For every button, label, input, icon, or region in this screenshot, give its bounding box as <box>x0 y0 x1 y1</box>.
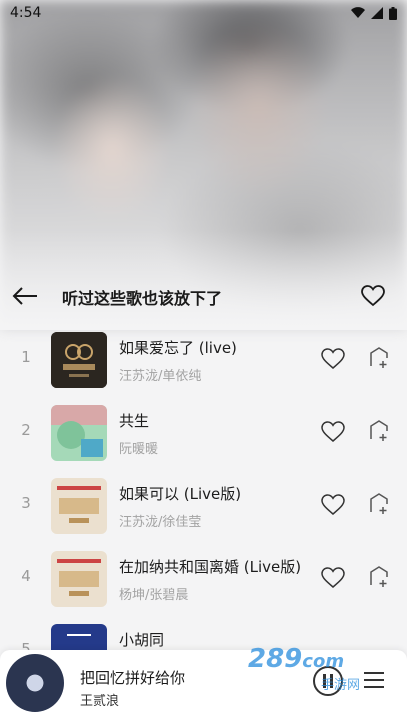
status-bar: 4:54 <box>0 0 407 26</box>
playlist-header: 听过这些歌也该放下了 <box>0 276 407 316</box>
watermark-logo: 289com <box>248 644 386 684</box>
heart-icon[interactable] <box>321 493 345 517</box>
heart-icon[interactable] <box>321 566 345 590</box>
song-artist: 汪苏泷/徐佳莹 <box>119 515 202 530</box>
add-to-playlist-icon[interactable] <box>368 493 390 515</box>
arrow-left-icon <box>12 287 37 305</box>
album-cover <box>51 551 107 607</box>
add-to-playlist-icon[interactable] <box>368 566 390 588</box>
album-cover <box>51 405 107 461</box>
song-title: 如果爱忘了 (live) <box>119 339 237 357</box>
song-row[interactable]: 1 如果爱忘了 (live) 汪苏泷/单依纯 <box>0 322 407 395</box>
song-index: 3 <box>21 494 31 512</box>
song-title: 小胡同 <box>119 631 165 649</box>
song-title: 在加纳共和国离婚 (Live版) <box>119 558 302 576</box>
add-to-playlist-icon[interactable] <box>368 347 390 369</box>
status-icons <box>351 6 397 20</box>
album-cover <box>51 478 107 534</box>
song-index: 2 <box>21 421 31 439</box>
album-art-image <box>51 332 107 388</box>
signal-icon <box>371 7 383 19</box>
song-artist: 汪苏泷/单依纯 <box>119 369 202 384</box>
status-time: 4:54 <box>10 5 42 21</box>
heart-icon <box>361 285 385 307</box>
heart-icon[interactable] <box>321 347 345 371</box>
now-playing-artist: 王贰浪 <box>80 694 120 709</box>
watermark-brand: 289 <box>248 644 303 674</box>
song-row[interactable]: 4 在加纳共和国离婚 (Live版) 杨坤/张碧晨 <box>0 541 407 614</box>
album-art-image <box>51 478 107 534</box>
favorite-playlist-button[interactable] <box>358 281 388 311</box>
song-title: 共生 <box>119 412 150 430</box>
song-title: 如果可以 (Live版) <box>119 485 242 503</box>
watermark-subtitle: 手游网 <box>321 678 361 693</box>
back-button[interactable] <box>10 282 40 310</box>
song-list: 1 如果爱忘了 (live) 汪苏泷/单依纯 2 共生 阮暖暖 3 如果可以 (… <box>0 322 407 687</box>
now-playing-title: 把回忆拼好给你 <box>80 669 186 687</box>
battery-icon <box>389 6 397 20</box>
song-row[interactable]: 2 共生 阮暖暖 <box>0 395 407 468</box>
watermark-domain: com <box>302 651 345 672</box>
heart-icon[interactable] <box>321 420 345 444</box>
page-title: 听过这些歌也该放下了 <box>62 289 223 308</box>
wifi-icon <box>351 7 365 19</box>
album-cover <box>51 332 107 388</box>
album-art-image <box>51 551 107 607</box>
add-to-playlist-icon[interactable] <box>368 420 390 442</box>
album-art-image <box>51 405 107 461</box>
song-index: 1 <box>21 348 31 366</box>
song-index: 4 <box>21 567 31 585</box>
song-row[interactable]: 3 如果可以 (Live版) 汪苏泷/徐佳莹 <box>0 468 407 541</box>
song-artist: 杨坤/张碧晨 <box>119 588 189 603</box>
now-playing-cover[interactable] <box>6 654 64 712</box>
song-artist: 阮暖暖 <box>119 442 159 457</box>
